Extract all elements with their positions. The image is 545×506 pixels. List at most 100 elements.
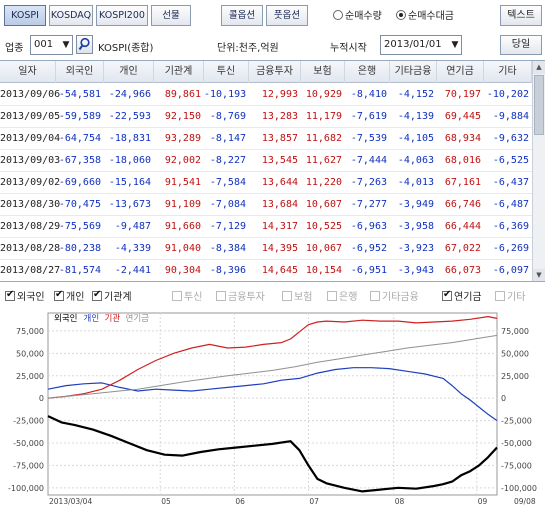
accum-start-date-picker[interactable]: 2013/01/01 ▼ <box>380 35 462 55</box>
value-cell: -6,369 <box>492 221 529 232</box>
series-toggle-checkbox[interactable]: 기관계 <box>92 288 132 303</box>
series-toggle-label: 금융투자 <box>228 292 265 303</box>
market-tab-futures[interactable]: 선물 <box>151 5 191 26</box>
radio-net-amount[interactable]: 순매수대금 <box>396 10 454 24</box>
table-row[interactable]: 2013/09/02 -69,660 -15,164 91,541 -7,584 13,6… <box>0 172 532 194</box>
value-cell: -8,147 <box>209 133 246 144</box>
column-header[interactable]: 금융투자 <box>249 61 301 83</box>
column-header[interactable]: 일자 <box>0 61 56 83</box>
date-cell: 2013/08/27 <box>0 265 61 276</box>
table-row[interactable]: 2013/09/06 -54,581 -24,966 89,861 -10,193 12,… <box>0 84 532 106</box>
series-toggle-checkbox[interactable]: 은행 <box>327 288 357 303</box>
legend-label: 외국인 <box>54 313 77 324</box>
scroll-down-icon[interactable]: ▼ <box>533 269 545 281</box>
table-row[interactable]: 2013/08/28 -80,238 -4,339 91,040 -8,384 14,39… <box>0 238 532 260</box>
investor-data-table: 일자 외국인 개인 기관계 투신 금융투자 보험 은행 기타금융 연기금 기타 … <box>0 60 545 282</box>
value-cell: -7,129 <box>209 221 246 232</box>
column-header[interactable]: 기타 <box>484 61 532 83</box>
series-toggle-label: 개인 <box>66 292 85 303</box>
today-button[interactable]: 당일 <box>500 35 542 55</box>
series-toggle-checkbox[interactable]: 투신 <box>172 288 202 303</box>
series-toggle-checkbox[interactable]: 외국인 <box>5 288 45 303</box>
value-cell: -67,358 <box>58 155 101 166</box>
value-cell: 69,445 <box>444 111 481 122</box>
column-header[interactable]: 보험 <box>301 61 345 83</box>
chevron-down-icon: ▼ <box>62 40 70 50</box>
series-toggle-checkbox[interactable]: 기타금융 <box>370 288 419 303</box>
market-tab-call-option[interactable]: 콜옵션 <box>221 5 263 26</box>
column-header[interactable]: 투신 <box>204 61 249 83</box>
date-cell: 2013/09/05 <box>0 111 61 122</box>
scroll-thumb[interactable] <box>534 75 544 135</box>
x-tick-label: 08 <box>395 497 405 506</box>
series-toggle-checkbox[interactable]: 기타 <box>495 288 525 303</box>
value-cell: -6,437 <box>492 177 529 188</box>
value-cell: -15,164 <box>108 177 151 188</box>
legend-label: 기관 <box>105 313 121 324</box>
series-toggle-label: 기타 <box>507 292 526 303</box>
table-row[interactable]: 2013/09/05 -59,589 -22,593 92,150 -8,769 13,2… <box>0 106 532 128</box>
x-tick-label: 06 <box>235 497 245 506</box>
value-cell: 11,220 <box>305 177 342 188</box>
legend-label: 개인 <box>84 313 100 324</box>
value-cell: -3,943 <box>397 265 434 276</box>
series-toggle-checkbox[interactable]: 연기금 <box>442 288 482 303</box>
market-tab-kospi200[interactable]: KOSPI200 <box>96 5 148 26</box>
value-cell: -9,884 <box>492 111 529 122</box>
value-cell: 13,644 <box>261 177 298 188</box>
value-cell: -80,238 <box>58 243 101 254</box>
market-tab-kosdaq[interactable]: KOSDAQ <box>49 5 93 26</box>
text-view-button[interactable]: 텍스트 <box>500 5 542 26</box>
x-tick-label: 09/08 <box>514 497 536 506</box>
value-cell: 91,109 <box>164 199 201 210</box>
y-tick-label: 0 <box>501 394 506 403</box>
industry-code-value: 001 <box>34 39 54 50</box>
column-header[interactable]: 기타금융 <box>390 61 437 83</box>
value-cell: 91,660 <box>164 221 201 232</box>
series-toggle-checkbox[interactable]: 보험 <box>282 288 312 303</box>
series-toggle-label: 기타금융 <box>382 292 419 303</box>
value-cell: -7,584 <box>209 177 246 188</box>
x-tick-label: 07 <box>309 497 319 506</box>
table-row[interactable]: 2013/08/30 -70,475 -13,673 91,109 -7,084 13,6… <box>0 194 532 216</box>
table-row[interactable]: 2013/08/27 -81,574 -2,441 90,304 -8,396 14,64… <box>0 260 532 281</box>
table-row[interactable]: 2013/09/03 -67,358 -18,060 92,002 -8,227 13,5… <box>0 150 532 172</box>
column-header[interactable]: 기관계 <box>154 61 204 83</box>
value-cell: -9,487 <box>114 221 151 232</box>
chevron-down-icon: ▼ <box>451 40 459 50</box>
value-cell: -7,619 <box>350 111 387 122</box>
value-cell: 13,684 <box>261 199 298 210</box>
x-tick-label: 05 <box>161 497 171 506</box>
series-toggle-checkbox[interactable]: 금융투자 <box>216 288 265 303</box>
value-cell: -7,263 <box>350 177 387 188</box>
series-toggle-checkbox[interactable]: 개인 <box>54 288 84 303</box>
column-header[interactable]: 은행 <box>345 61 390 83</box>
table-row[interactable]: 2013/09/04 -64,754 -18,831 93,289 -8,147 13,8… <box>0 128 532 150</box>
table-row[interactable]: 2013/08/29 -75,569 -9,487 91,660 -7,129 14,31… <box>0 216 532 238</box>
column-header[interactable]: 연기금 <box>437 61 484 83</box>
column-header[interactable]: 개인 <box>104 61 154 83</box>
scroll-up-icon[interactable]: ▲ <box>533 61 545 74</box>
radio-net-volume[interactable]: 순매수량 <box>333 10 382 24</box>
y-tick-label: -50,000 <box>501 439 532 448</box>
search-button[interactable] <box>76 35 93 54</box>
value-cell: -7,277 <box>350 199 387 210</box>
value-cell: -59,589 <box>58 111 101 122</box>
search-icon <box>78 37 90 51</box>
market-tab-kospi[interactable]: KOSPI <box>4 5 46 26</box>
cumulative-net-buy-chart: 75,000 75,000 50,000 50,000 25,000 25,000 0 0 -2… <box>0 305 545 506</box>
value-cell: 93,289 <box>164 133 201 144</box>
value-cell: 13,283 <box>261 111 298 122</box>
market-tab-put-option[interactable]: 풋옵션 <box>266 5 308 26</box>
checkbox-empty-icon <box>216 291 226 301</box>
table-scrollbar[interactable]: ▲ ▼ <box>532 61 545 281</box>
value-cell: 13,857 <box>261 133 298 144</box>
y-tick-label: 75,000 <box>16 327 44 336</box>
value-cell: -4,339 <box>114 243 151 254</box>
industry-label: 업종 <box>5 43 24 54</box>
industry-code-select[interactable]: 001 ▼ <box>30 35 73 55</box>
table-header: 일자 외국인 개인 기관계 투신 금융투자 보험 은행 기타금융 연기금 기타 <box>0 61 532 83</box>
value-cell: -6,951 <box>350 265 387 276</box>
column-header[interactable]: 외국인 <box>56 61 104 83</box>
x-tick-label: 09 <box>478 497 488 506</box>
